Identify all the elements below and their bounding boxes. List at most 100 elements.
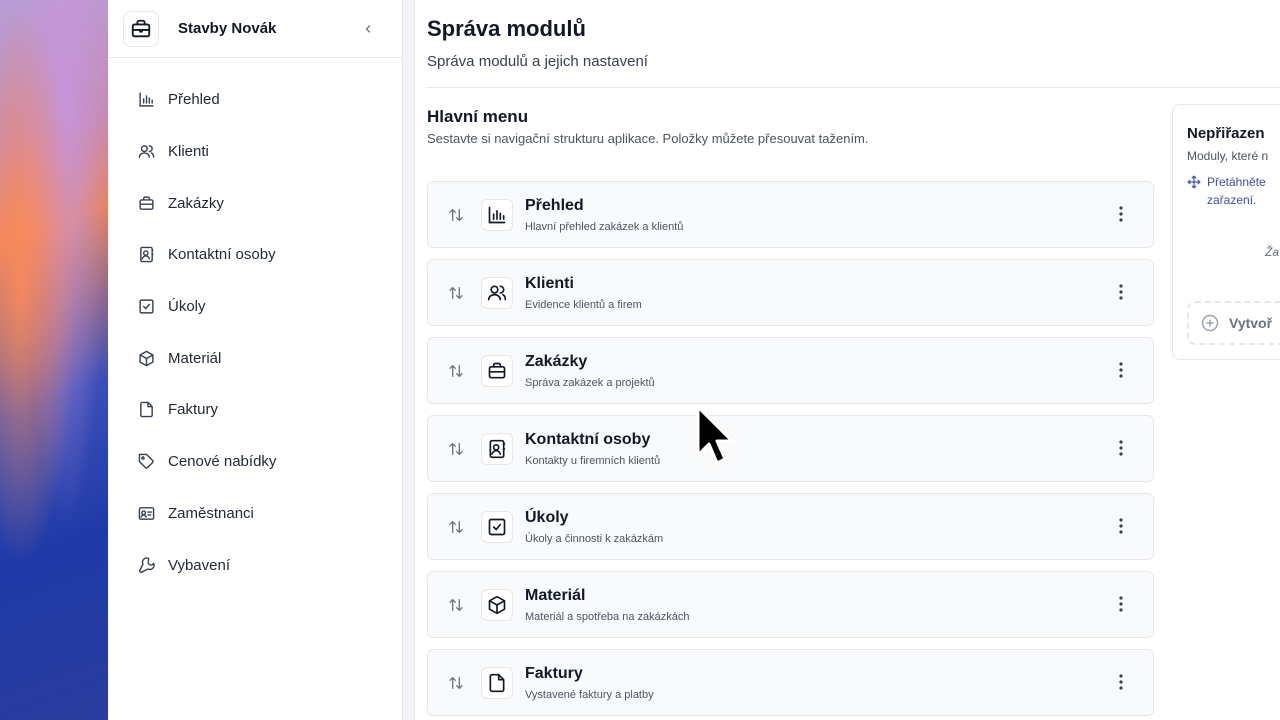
module-description: Úkoly a činnosti k zakázkám [525, 532, 664, 545]
drag-handle-icon[interactable] [446, 519, 466, 535]
sidebar-item-faktury[interactable]: Faktury [108, 384, 402, 436]
company-name: Stavby Novák [178, 20, 277, 37]
drag-handle-icon[interactable] [446, 597, 466, 613]
users-icon [137, 143, 155, 161]
module-description: Materiál a spotřeba na zakázkách [525, 610, 690, 623]
file-icon [481, 666, 513, 699]
module-card-ukoly[interactable]: Úkoly Úkoly a činnosti k zakázkám [427, 493, 1154, 560]
page-subtitle: Správa modulů a jejich nastavení [427, 53, 648, 70]
file-icon [137, 401, 155, 419]
box-icon [481, 588, 513, 621]
module-title: Klienti [525, 274, 574, 292]
sidebar-item-label: Vybavení [168, 556, 230, 574]
contact-book-icon [137, 246, 155, 264]
sidebar-item-prehled[interactable]: Přehled [108, 74, 402, 126]
section-title: Hlavní menu [427, 107, 529, 126]
module-list: Přehled Hlavní přehled zakázek a klientů… [427, 181, 1154, 720]
sidebar-item-zamestnanci[interactable]: Zaměstnanci [108, 488, 402, 540]
module-title: Kontaktní osoby [525, 430, 651, 448]
drag-hint: Přetáhněte zařazení. [1187, 173, 1266, 209]
module-card-material[interactable]: Materiál Materiál a spotřeba na zakázkác… [427, 571, 1154, 638]
module-card-zakazky[interactable]: Zakázky Správa zakázek a projektů [427, 337, 1154, 404]
module-title: Materiál [525, 586, 586, 604]
plus-circle-icon [1201, 314, 1219, 332]
unassigned-panel: Nepřiřazen Moduly, které n Přetáhněte za… [1172, 104, 1280, 360]
mouse-cursor-icon [696, 405, 734, 465]
unassigned-description: Moduly, které n [1187, 149, 1269, 163]
sidebar-item-material[interactable]: Materiál [108, 332, 402, 384]
sidebar-item-klienti[interactable]: Klienti [108, 126, 402, 178]
sidebar-item-vybaveni[interactable]: Vybavení [108, 539, 402, 591]
more-options-icon[interactable] [1113, 204, 1129, 224]
main-content: Správa modulů Správa modulů a jejich nas… [403, 0, 1280, 720]
chevron-left-icon [365, 24, 371, 33]
sidebar-item-label: Zakázky [168, 194, 224, 212]
drag-handle-icon[interactable] [446, 363, 466, 379]
sidebar-nav: Přehled Klienti Zakázky Kontaktní osoby … [108, 58, 402, 591]
sidebar-item-label: Kontaktní osoby [168, 246, 276, 264]
drag-hint-line: zařazení. [1207, 193, 1257, 207]
sidebar-item-kontaktni-osoby[interactable]: Kontaktní osoby [108, 229, 402, 281]
chart-icon [137, 91, 155, 109]
app-window: Stavby Novák Přehled Klienti Zakázky Kon… [108, 0, 1280, 720]
module-description: Kontakty u firemních klientů [525, 454, 661, 467]
sidebar-item-label: Zaměstnanci [168, 504, 254, 522]
briefcase-icon [123, 10, 159, 47]
module-card-prehled[interactable]: Přehled Hlavní přehled zakázek a klientů [427, 181, 1154, 248]
sidebar-item-label: Úkoly [168, 298, 206, 316]
sidebar-item-label: Klienti [168, 143, 209, 161]
move-icon [1187, 175, 1201, 209]
checkbox-icon [481, 510, 513, 543]
more-options-icon[interactable] [1113, 516, 1129, 536]
desktop-wallpaper [0, 0, 108, 720]
briefcase-icon [137, 194, 155, 212]
module-title: Přehled [525, 196, 584, 214]
sidebar-item-label: Faktury [168, 401, 219, 419]
main-inner: Správa modulů Správa modulů a jejich nas… [415, 0, 1280, 720]
more-options-icon[interactable] [1113, 282, 1129, 302]
module-card-klienti[interactable]: Klienti Evidence klientů a firem [427, 259, 1154, 326]
sidebar-item-label: Přehled [168, 91, 220, 109]
more-options-icon[interactable] [1113, 438, 1129, 458]
module-description: Hlavní přehled zakázek a klientů [525, 220, 684, 233]
more-options-icon[interactable] [1113, 672, 1129, 692]
module-description: Správa zakázek a projektů [525, 376, 655, 389]
module-description: Evidence klientů a firem [525, 298, 642, 311]
sidebar-item-cenove-nabidky[interactable]: Cenové nabídky [108, 436, 402, 488]
chart-icon [481, 198, 513, 231]
drag-handle-icon[interactable] [446, 675, 466, 691]
wrench-icon [137, 556, 155, 574]
drag-handle-icon[interactable] [446, 207, 466, 223]
module-title: Zakázky [525, 352, 588, 370]
module-card-kontaktni-osoby[interactable]: Kontaktní osoby Kontakty u firemních kli… [427, 415, 1154, 482]
module-title: Faktury [525, 664, 583, 682]
drag-hint-line: Přetáhněte [1207, 175, 1266, 189]
drag-handle-icon[interactable] [446, 441, 466, 457]
module-card-faktury[interactable]: Faktury Vystavené faktury a platby [427, 649, 1154, 716]
unassigned-title: Nepřiřazen [1187, 125, 1265, 142]
drag-handle-icon[interactable] [446, 285, 466, 301]
empty-state-text: Ža [1265, 245, 1280, 259]
sidebar-item-label: Cenové nabídky [168, 453, 277, 471]
users-icon [481, 276, 513, 309]
page-title: Správa modulů [427, 16, 586, 41]
checkbox-icon [137, 298, 155, 316]
header-divider [427, 87, 1280, 88]
create-module-button[interactable]: Vytvoř [1187, 301, 1280, 345]
sidebar-header: Stavby Novák [108, 0, 402, 58]
module-description: Vystavené faktury a platby [525, 688, 654, 701]
collapse-sidebar-button[interactable] [358, 19, 378, 39]
more-options-icon[interactable] [1113, 360, 1129, 380]
sidebar: Stavby Novák Přehled Klienti Zakázky Kon… [108, 0, 403, 720]
more-options-icon[interactable] [1113, 594, 1129, 614]
module-title: Úkoly [525, 508, 569, 526]
briefcase-icon [481, 354, 513, 387]
create-module-label: Vytvoř [1229, 315, 1273, 331]
panel-divider [403, 0, 415, 720]
sidebar-item-zakazky[interactable]: Zakázky [108, 177, 402, 229]
box-icon [137, 349, 155, 367]
contact-book-icon [481, 432, 513, 465]
tag-icon [137, 453, 155, 471]
sidebar-item-label: Materiál [168, 349, 222, 367]
sidebar-item-ukoly[interactable]: Úkoly [108, 281, 402, 333]
